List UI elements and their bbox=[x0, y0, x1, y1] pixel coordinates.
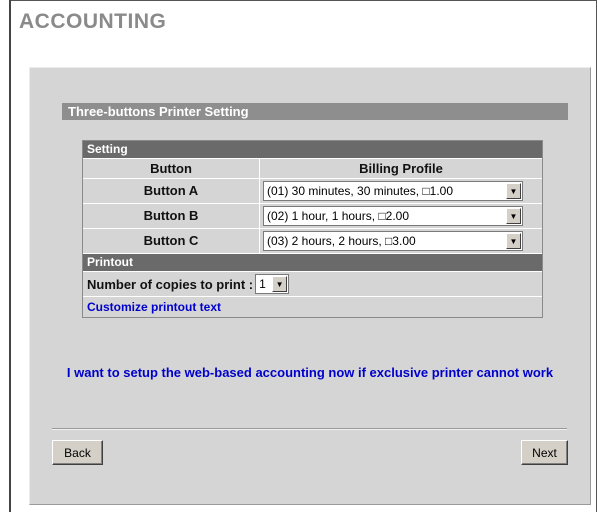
button-a-label: Button A bbox=[83, 179, 260, 203]
main-panel: Three-buttons Printer Setting Setting Bu… bbox=[29, 67, 591, 505]
button-b-cell: (02) 1 hour, 1 hours, □2.00 ▼ bbox=[260, 204, 542, 228]
copies-value: 1 bbox=[259, 277, 266, 291]
setting-header: Setting bbox=[83, 141, 542, 158]
window-left-border bbox=[9, 0, 11, 512]
chevron-down-icon[interactable]: ▼ bbox=[506, 183, 521, 199]
button-b-label: Button B bbox=[83, 204, 260, 228]
column-header-button: Button bbox=[83, 159, 260, 178]
customize-row: Customize printout text bbox=[83, 296, 542, 317]
column-header-billing-profile: Billing Profile bbox=[359, 161, 443, 176]
chevron-down-icon[interactable]: ▼ bbox=[272, 276, 288, 292]
button-b-profile-value: (02) 1 hour, 1 hours, □2.00 bbox=[267, 209, 410, 223]
button-a-profile-value: (01) 30 minutes, 30 minutes, □1.00 bbox=[267, 184, 454, 198]
settings-table: Setting Button Billing Profile Button A … bbox=[82, 140, 543, 318]
window-top-border bbox=[9, 0, 597, 1]
copies-label: Number of copies to print : bbox=[87, 276, 254, 292]
column-header-row: Button Billing Profile bbox=[83, 158, 542, 178]
table-row: Button B (02) 1 hour, 1 hours, □2.00 ▼ bbox=[83, 203, 542, 228]
chevron-down-icon[interactable]: ▼ bbox=[506, 233, 521, 249]
web-accounting-notice: I want to setup the web-based accounting… bbox=[66, 365, 554, 380]
customize-printout-link[interactable]: Customize printout text bbox=[87, 300, 221, 314]
back-button[interactable]: Back bbox=[52, 440, 103, 465]
section-title: Three-buttons Printer Setting bbox=[62, 103, 568, 120]
button-b-profile-select[interactable]: (02) 1 hour, 1 hours, □2.00 ▼ bbox=[263, 206, 523, 226]
button-c-cell: (03) 2 hours, 2 hours, □3.00 ▼ bbox=[260, 229, 542, 253]
chevron-down-icon[interactable]: ▼ bbox=[506, 208, 521, 224]
button-c-label: Button C bbox=[83, 229, 260, 253]
button-a-cell: (01) 30 minutes, 30 minutes, □1.00 ▼ bbox=[260, 179, 542, 203]
page-title: ACCOUNTING bbox=[19, 10, 167, 33]
table-row: Button A (01) 30 minutes, 30 minutes, □1… bbox=[83, 178, 542, 203]
button-c-profile-value: (03) 2 hours, 2 hours, □3.00 bbox=[267, 234, 416, 248]
copies-row: Number of copies to print : 1 ▼ bbox=[83, 271, 542, 296]
button-a-profile-select[interactable]: (01) 30 minutes, 30 minutes, □1.00 ▼ bbox=[263, 181, 523, 201]
button-c-profile-select[interactable]: (03) 2 hours, 2 hours, □3.00 ▼ bbox=[263, 231, 523, 251]
next-button[interactable]: Next bbox=[521, 440, 568, 465]
table-row: Button C (03) 2 hours, 2 hours, □3.00 ▼ bbox=[83, 228, 542, 253]
printout-header: Printout bbox=[83, 253, 542, 271]
copies-select[interactable]: 1 ▼ bbox=[255, 274, 290, 294]
divider bbox=[52, 428, 567, 430]
